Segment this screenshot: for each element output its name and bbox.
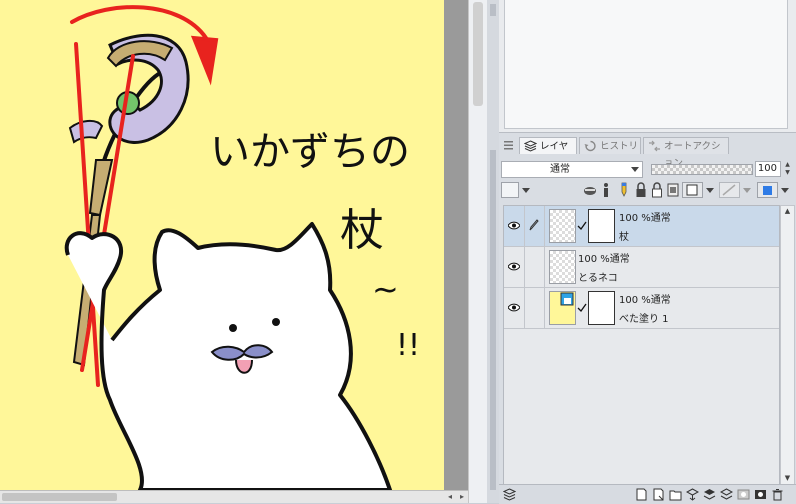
- chevron-down-icon: [631, 167, 639, 172]
- transparency-lock-icon[interactable]: [651, 182, 663, 198]
- layer-mask-thumbnail[interactable]: [588, 209, 615, 243]
- blend-mode-value: 通常: [550, 164, 570, 175]
- eye-icon: [508, 262, 520, 271]
- edit-target[interactable]: [524, 288, 545, 328]
- eye-icon: [508, 221, 520, 230]
- upper-palette-area: [499, 0, 796, 133]
- ruler-dropdown[interactable]: [719, 182, 753, 198]
- handwritten-exclaim: !!: [396, 328, 420, 363]
- layer-list-scrollbar[interactable]: ▲ ▼: [780, 205, 795, 486]
- layer-opacity-mode: 100 %通常: [578, 254, 630, 265]
- new-folder-icon[interactable]: [669, 488, 682, 501]
- visibility-toggle[interactable]: [504, 247, 525, 287]
- blend-mode-select[interactable]: 通常: [501, 161, 643, 178]
- layer-name: 杖: [619, 232, 629, 243]
- vertical-scrollbar[interactable]: [468, 0, 487, 503]
- artwork-canvas[interactable]: いかずちの 杖 ~ !!: [0, 0, 444, 490]
- opacity-slider[interactable]: [651, 164, 753, 175]
- scroll-left-arrow-icon[interactable]: ◂: [444, 491, 456, 503]
- opacity-spinner[interactable]: ▲ ▼: [783, 161, 792, 177]
- handwritten-text-line1: いかずちの: [210, 129, 410, 175]
- panel-splitter[interactable]: [487, 0, 499, 503]
- new-raster-layer-icon[interactable]: [635, 488, 648, 501]
- layer-opacity-mode: 100 %通常: [619, 295, 671, 306]
- pen-icon[interactable]: [619, 182, 629, 198]
- layer-item-cat[interactable]: 100 %通常 とるネコ: [504, 247, 779, 288]
- layer-color-mode-dropdown[interactable]: [757, 182, 791, 198]
- layer-list: 100 %通常 杖 100 %通常 とるネコ 100 %通常 べた塗り 1: [503, 205, 780, 486]
- layer-mask-thumbnail[interactable]: [588, 291, 615, 325]
- horizontal-scroll-thumb[interactable]: [2, 493, 117, 501]
- tab-history[interactable]: ヒストリー: [579, 137, 641, 169]
- opacity-input[interactable]: 100: [755, 161, 781, 177]
- layer-thumbnail: [549, 209, 576, 243]
- create-mask-icon[interactable]: [737, 488, 750, 501]
- apply-mask-icon[interactable]: [754, 488, 767, 501]
- history-icon: [584, 140, 596, 152]
- splitter-bar[interactable]: [490, 150, 496, 490]
- tab-layer[interactable]: レイヤー: [519, 137, 577, 169]
- mask-link-icon: [577, 303, 587, 313]
- lock-icon[interactable]: [635, 182, 647, 198]
- layer-thumbnail: [549, 250, 576, 284]
- canvas-area[interactable]: いかずちの 杖 ~ !! ◂ ▸: [0, 0, 468, 503]
- layer-thumbnail: [549, 291, 576, 325]
- scroll-up-arrow-icon[interactable]: ▲: [781, 206, 794, 216]
- delete-layer-icon[interactable]: [771, 488, 784, 501]
- layer-command-bar: [499, 484, 796, 504]
- clipping-icon[interactable]: [667, 182, 679, 198]
- merge-down-icon[interactable]: [703, 488, 716, 501]
- mask-link-icon: [577, 221, 587, 231]
- layer-panel: レイヤー ヒストリー オートアクション 通常 100 ▲▼: [499, 0, 796, 504]
- edit-target[interactable]: [524, 206, 545, 246]
- new-vector-layer-icon[interactable]: [652, 488, 665, 501]
- layer-tool-row: [501, 182, 794, 200]
- palette-menu-icon[interactable]: [504, 140, 513, 150]
- reference-layer-icon[interactable]: [583, 182, 597, 198]
- auto-action-icon: [649, 140, 660, 152]
- draft-layer-icon[interactable]: [601, 182, 611, 198]
- tab-auto-action[interactable]: オートアクション: [643, 137, 729, 169]
- horizontal-scrollbar[interactable]: ◂ ▸: [0, 490, 468, 503]
- layer-item-staff[interactable]: 100 %通常 杖: [504, 206, 779, 247]
- edit-target[interactable]: [524, 247, 545, 287]
- merge-visible-icon[interactable]: [720, 488, 733, 501]
- handwritten-text-tail: ~: [372, 270, 399, 308]
- visibility-toggle[interactable]: [504, 288, 525, 328]
- fill-layer-icon: [560, 292, 574, 306]
- scroll-down-arrow-icon[interactable]: ▼: [781, 473, 794, 483]
- upper-palette-content: [504, 0, 788, 129]
- mask-dropdown[interactable]: [682, 182, 716, 198]
- layer-property-icon[interactable]: [503, 488, 516, 501]
- pen-edit-icon: [529, 219, 539, 231]
- transfer-down-icon[interactable]: [686, 488, 699, 501]
- palette-tabs: レイヤー ヒストリー オートアクション: [499, 136, 796, 169]
- vertical-scroll-thumb[interactable]: [473, 2, 483, 106]
- layer-name: とるネコ: [578, 273, 618, 284]
- handwritten-text-line2: 杖: [340, 205, 384, 256]
- layer-name: べた塗り 1: [619, 314, 669, 325]
- scroll-right-arrow-icon[interactable]: ▸: [456, 491, 468, 503]
- visibility-toggle[interactable]: [504, 206, 525, 246]
- layer-color-dropdown[interactable]: [501, 182, 531, 198]
- layer-opacity-mode: 100 %通常: [619, 213, 671, 224]
- eye-icon: [508, 303, 520, 312]
- layer-item-fill[interactable]: 100 %通常 べた塗り 1: [504, 288, 779, 329]
- layer-stack-icon: [524, 140, 537, 152]
- blend-row: 通常 100 ▲ ▼: [501, 160, 794, 180]
- splitter-grip-icon: [490, 4, 496, 16]
